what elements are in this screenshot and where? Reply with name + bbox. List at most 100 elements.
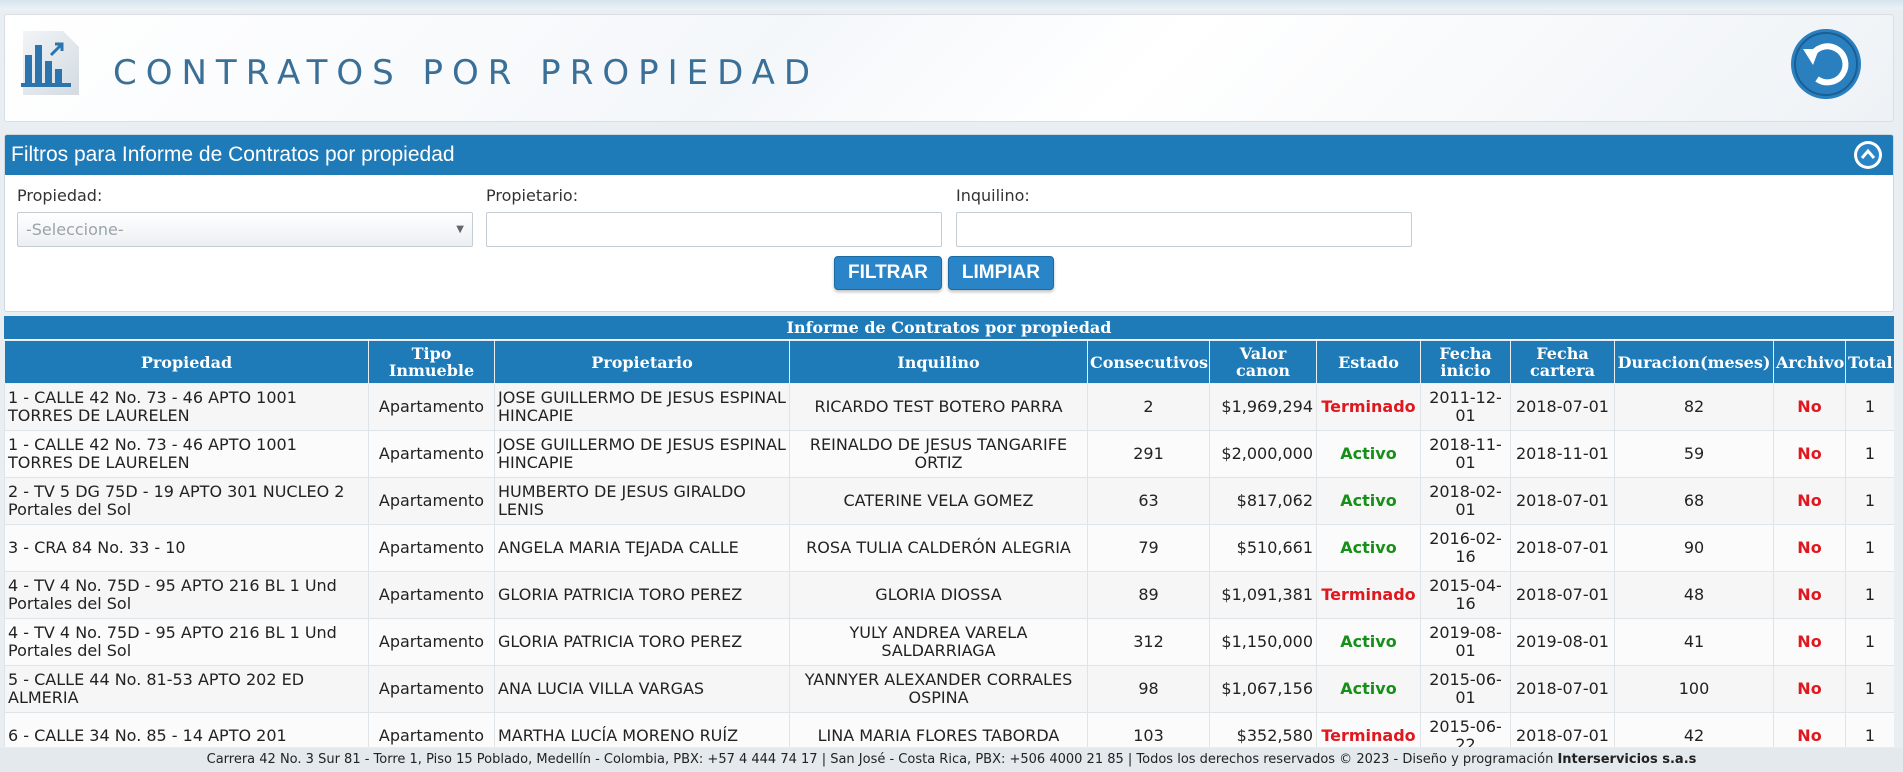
inquilino-group: Inquilino:: [956, 186, 1412, 247]
propietario-group: Propietario:: [486, 186, 942, 247]
filter-actions: FILTRAR LIMPIAR: [834, 256, 1054, 290]
col-valor-canon[interactable]: Valor canon: [1209, 340, 1317, 384]
cell-fecha-cartera: 2018-07-01: [1510, 477, 1615, 525]
col-propiedad[interactable]: Propiedad: [4, 340, 369, 384]
cell-total: 1: [1845, 430, 1894, 478]
cell-consecutivo: 312: [1087, 618, 1210, 666]
bar-chart-icon: [17, 25, 95, 101]
page-title: CONTRATOS POR PROPIEDAD: [113, 53, 820, 93]
col-estado[interactable]: Estado: [1316, 340, 1421, 384]
propiedad-select[interactable]: -Seleccione- ▼: [17, 212, 473, 247]
cell-duracion: 100: [1614, 665, 1774, 713]
footer: Carrera 42 No. 3 Sur 81 - Torre 1, Piso …: [0, 748, 1903, 772]
cell-inquilino: RICARDO TEST BOTERO PARRA: [789, 383, 1088, 431]
cell-total: 1: [1845, 665, 1894, 713]
cell-propiedad: 2 - TV 5 DG 75D - 19 APTO 301 NUCLEO 2 P…: [4, 477, 369, 525]
col-consecutivos[interactable]: Consecutivos: [1087, 340, 1210, 384]
cell-archivo[interactable]: No: [1773, 712, 1846, 747]
cell-valor-canon: $817,062: [1209, 477, 1317, 525]
page-header: CONTRATOS POR PROPIEDAD: [4, 14, 1894, 122]
col-fecha-inicio[interactable]: Fecha inicio: [1420, 340, 1511, 384]
col-archivo[interactable]: Archivo: [1773, 340, 1846, 384]
cell-valor-canon: $1,969,294: [1209, 383, 1317, 431]
cell-propiedad: 4 - TV 4 No. 75D - 95 APTO 216 BL 1 Und …: [4, 571, 369, 619]
chevron-down-icon: ▼: [456, 224, 464, 235]
cell-valor-canon: $1,067,156: [1209, 665, 1317, 713]
cell-tipo-inmueble: Apartamento: [368, 477, 495, 525]
cell-duracion: 90: [1614, 524, 1774, 572]
clear-button[interactable]: LIMPIAR: [947, 256, 1054, 290]
cell-total: 1: [1845, 712, 1894, 747]
filters-title: Filtros para Informe de Contratos por pr…: [11, 143, 455, 166]
table-row[interactable]: 3 - CRA 84 No. 33 - 10 Apartamento ANGELA …: [4, 524, 1894, 572]
cell-tipo-inmueble: Apartamento: [368, 571, 495, 619]
col-propietario[interactable]: Propietario: [494, 340, 790, 384]
table-row[interactable]: 4 - TV 4 No. 75D - 95 APTO 216 BL 1 Und …: [4, 618, 1894, 666]
cell-fecha-cartera: 2018-11-01: [1510, 430, 1615, 478]
footer-text: Carrera 42 No. 3 Sur 81 - Torre 1, Piso …: [206, 752, 1558, 767]
cell-inquilino: CATERINE VELA GOMEZ: [789, 477, 1088, 525]
cell-fecha-cartera: 2018-07-01: [1510, 571, 1615, 619]
cell-tipo-inmueble: Apartamento: [368, 430, 495, 478]
col-fecha-cartera[interactable]: Fecha cartera: [1510, 340, 1615, 384]
cell-duracion: 59: [1614, 430, 1774, 478]
cell-propiedad: 3 - CRA 84 No. 33 - 10: [4, 524, 369, 572]
cell-consecutivo: 89: [1087, 571, 1210, 619]
col-duracion[interactable]: Duracion(meses): [1614, 340, 1774, 384]
report-panel: Informe de Contratos por propiedad Propi…: [4, 316, 1894, 747]
filter-button[interactable]: FILTRAR: [834, 256, 942, 290]
status-badge: Terminado: [1316, 712, 1421, 747]
propietario-input[interactable]: [486, 212, 942, 247]
cell-archivo[interactable]: No: [1773, 477, 1846, 525]
inquilino-input[interactable]: [956, 212, 1412, 247]
table-row[interactable]: 6 - CALLE 34 No. 85 - 14 APTO 201 Apartam…: [4, 712, 1894, 747]
cell-inquilino: YULY ANDREA VARELA SALDARRIAGA: [789, 618, 1088, 666]
cell-inquilino: GLORIA DIOSSA: [789, 571, 1088, 619]
cell-tipo-inmueble: Apartamento: [368, 712, 495, 747]
cell-archivo[interactable]: No: [1773, 383, 1846, 431]
col-total[interactable]: Total: [1845, 340, 1894, 384]
table-row[interactable]: 5 - CALLE 44 No. 81-53 APTO 202 ED ALMER…: [4, 665, 1894, 713]
table-row[interactable]: 4 - TV 4 No. 75D - 95 APTO 216 BL 1 Und …: [4, 571, 1894, 619]
cell-propiedad: 4 - TV 4 No. 75D - 95 APTO 216 BL 1 Und …: [4, 618, 369, 666]
cell-total: 1: [1845, 571, 1894, 619]
table-row[interactable]: 1 - CALLE 42 No. 73 - 46 APTO 1001 TORRE…: [4, 430, 1894, 478]
table-header-row: Propiedad Tipo Inmueble Propietario Inqu…: [4, 340, 1894, 384]
cell-propietario: JOSE GUILLERMO DE JESUS ESPINAL HINCAPIE: [494, 430, 790, 478]
propiedad-value: -Seleccione-: [26, 220, 124, 239]
cell-valor-canon: $2,000,000: [1209, 430, 1317, 478]
status-badge: Terminado: [1316, 571, 1421, 619]
col-inquilino[interactable]: Inquilino: [789, 340, 1088, 384]
status-badge: Activo: [1316, 477, 1421, 525]
table-row[interactable]: 2 - TV 5 DG 75D - 19 APTO 301 NUCLEO 2 P…: [4, 477, 1894, 525]
cell-tipo-inmueble: Apartamento: [368, 665, 495, 713]
cell-inquilino: LINA MARIA FLORES TABORDA: [789, 712, 1088, 747]
cell-archivo[interactable]: No: [1773, 524, 1846, 572]
cell-duracion: 82: [1614, 383, 1774, 431]
cell-fecha-cartera: 2018-07-01: [1510, 712, 1615, 747]
cell-archivo[interactable]: No: [1773, 618, 1846, 666]
cell-fecha-inicio: 2015-06-22: [1420, 712, 1511, 747]
propiedad-group: Propiedad: -Seleccione- ▼: [17, 186, 473, 247]
cell-consecutivo: 103: [1087, 712, 1210, 747]
collapse-icon[interactable]: [1853, 140, 1883, 170]
cell-archivo[interactable]: No: [1773, 571, 1846, 619]
cell-duracion: 42: [1614, 712, 1774, 747]
table-row[interactable]: 1 - CALLE 42 No. 73 - 46 APTO 1001 TORRE…: [4, 383, 1894, 431]
cell-total: 1: [1845, 524, 1894, 572]
cell-consecutivo: 79: [1087, 524, 1210, 572]
col-tipo-inmueble[interactable]: Tipo Inmueble: [368, 340, 495, 384]
cell-duracion: 41: [1614, 618, 1774, 666]
cell-consecutivo: 98: [1087, 665, 1210, 713]
status-badge: Activo: [1316, 430, 1421, 478]
top-strip: [0, 0, 1903, 10]
status-badge: Activo: [1316, 665, 1421, 713]
cell-inquilino: REINALDO DE JESUS TANGARIFE ORTIZ: [789, 430, 1088, 478]
footer-brand: Interservicios s.a.s: [1557, 752, 1697, 767]
back-icon[interactable]: [1789, 27, 1863, 101]
cell-valor-canon: $352,580: [1209, 712, 1317, 747]
cell-archivo[interactable]: No: [1773, 430, 1846, 478]
cell-propietario: MARTHA LUCÍA MORENO RUÍZ: [494, 712, 790, 747]
cell-archivo[interactable]: No: [1773, 665, 1846, 713]
cell-fecha-inicio: 2011-12-01: [1420, 383, 1511, 431]
